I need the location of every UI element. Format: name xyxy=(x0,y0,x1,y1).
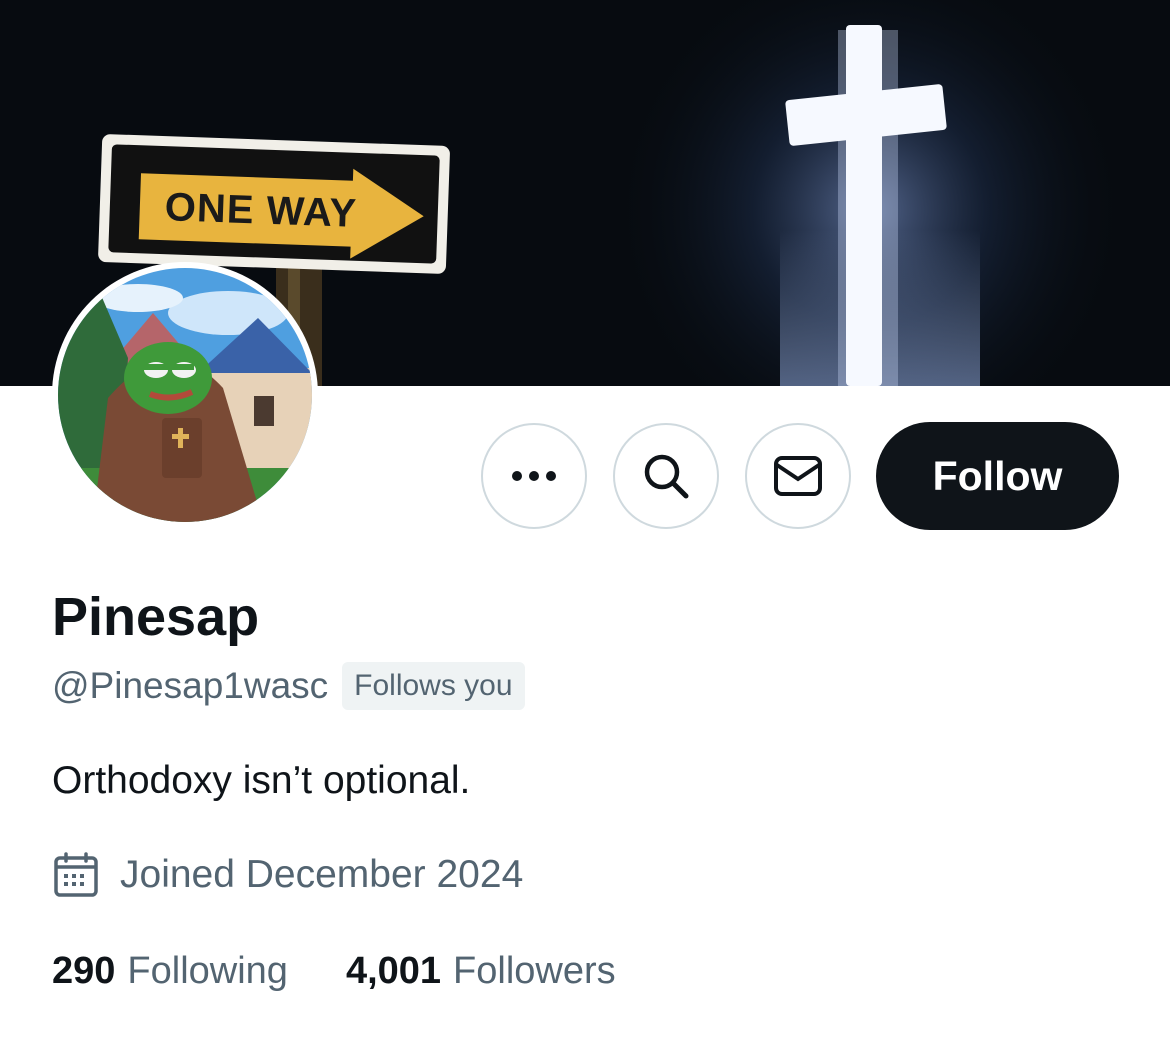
handle-row: @Pinesap1wasc Follows you xyxy=(52,660,525,712)
search-button[interactable] xyxy=(613,423,719,529)
followers-link[interactable]: 4,001 Followers xyxy=(346,944,616,998)
envelope-icon xyxy=(774,456,822,496)
following-link[interactable]: 290 Following xyxy=(52,944,288,998)
profile-bio: Orthodoxy isn’t optional. xyxy=(52,759,471,802)
calendar-icon xyxy=(54,852,98,897)
username-handle: @Pinesap1wasc xyxy=(52,665,329,706)
followers-label: Followers xyxy=(453,950,616,992)
follow-stats: 290 Following 4,001 Followers xyxy=(52,944,616,998)
more-button[interactable] xyxy=(481,423,587,529)
joined-date: Joined December 2024 xyxy=(120,853,524,896)
display-name: Pinesap xyxy=(52,587,260,647)
search-icon xyxy=(644,454,689,499)
follows-you-badge: Follows you xyxy=(342,662,525,710)
profile-avatar[interactable] xyxy=(52,262,318,528)
sign-text: ONE WAY xyxy=(164,185,358,236)
followers-count: 4,001 xyxy=(345,950,442,992)
following-count: 290 xyxy=(52,950,116,992)
more-horizontal-icon xyxy=(512,471,556,481)
message-button[interactable] xyxy=(745,423,851,529)
joined-date-row: Joined December 2024 xyxy=(52,848,523,902)
following-label: Following xyxy=(127,950,288,992)
follow-button[interactable]: Follow xyxy=(876,422,1119,530)
